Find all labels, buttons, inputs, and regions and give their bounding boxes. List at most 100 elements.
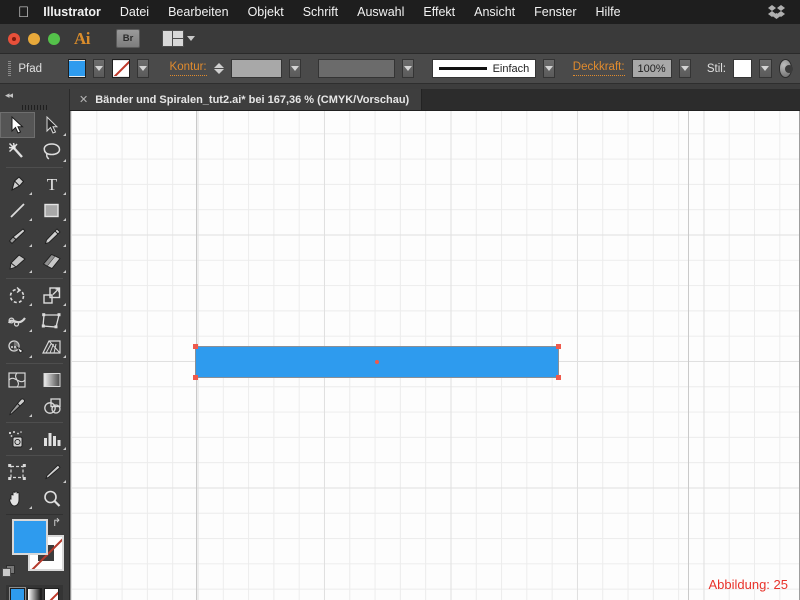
- close-icon[interactable]: ✕: [79, 93, 88, 106]
- tools-panel: ◂◂ T ↱: [0, 89, 70, 600]
- document-tab-strip: ✕ Bänder und Spiralen_tut2.ai* bei 167,3…: [70, 89, 800, 111]
- menu-item-fenster[interactable]: Fenster: [534, 5, 576, 19]
- width-tool[interactable]: [0, 308, 35, 334]
- type-tool[interactable]: T: [35, 171, 70, 197]
- document-tab-title: Bänder und Spiralen_tut2.ai* bei 167,36 …: [95, 93, 410, 106]
- apple-logo-icon[interactable]: : [18, 5, 29, 20]
- stroke-weight-dropdown[interactable]: [288, 59, 301, 78]
- stroke-weight-stepper[interactable]: [213, 63, 224, 74]
- anchor-point-top-left[interactable]: [193, 344, 198, 349]
- shape-builder-tool[interactable]: [0, 334, 35, 360]
- hand-tool[interactable]: [0, 485, 35, 511]
- stroke-swatch-dropdown[interactable]: [137, 59, 150, 78]
- direct-selection-tool[interactable]: [35, 112, 70, 138]
- gradient-tool[interactable]: [35, 367, 70, 393]
- perspective-grid-tool[interactable]: [35, 334, 70, 360]
- tools-grid-artboard: [0, 459, 69, 511]
- control-panel-grip[interactable]: [8, 60, 12, 77]
- stroke-weight-label[interactable]: Kontur:: [169, 61, 207, 76]
- document-tab[interactable]: ✕ Bänder und Spiralen_tut2.ai* bei 167,3…: [70, 89, 423, 110]
- blob-brush-tool[interactable]: [0, 249, 35, 275]
- tools-grid-draw: T: [0, 171, 69, 275]
- anchor-point-bottom-left[interactable]: [193, 375, 198, 380]
- eyedropper-tool[interactable]: [0, 393, 35, 419]
- none-mode-button[interactable]: [44, 588, 59, 600]
- menu-item-datei[interactable]: Datei: [120, 5, 149, 19]
- selected-rectangle[interactable]: [193, 344, 561, 380]
- zoom-tool[interactable]: [35, 485, 70, 511]
- chevron-down-icon: [187, 36, 195, 41]
- free-transform-tool[interactable]: [35, 308, 70, 334]
- fill-color-indicator[interactable]: [12, 519, 48, 555]
- document-setup-icon[interactable]: [778, 59, 794, 78]
- selected-object-type: Pfad: [18, 62, 43, 75]
- tools-divider: [6, 167, 63, 168]
- menu-item-schrift[interactable]: Schrift: [303, 5, 338, 19]
- pen-tool[interactable]: [0, 171, 35, 197]
- artboard-tool[interactable]: [0, 459, 35, 485]
- tools-panel-header: ◂◂: [0, 89, 69, 102]
- fill-color-swatch[interactable]: [68, 59, 87, 78]
- menu-item-illustrator[interactable]: Illustrator: [43, 5, 101, 19]
- stroke-weight-input[interactable]: [230, 59, 282, 78]
- eraser-tool[interactable]: [35, 249, 70, 275]
- default-fill-stroke-icon[interactable]: [2, 565, 17, 579]
- lasso-tool[interactable]: [35, 138, 70, 164]
- color-mode-buttons: [6, 585, 63, 600]
- scale-tool[interactable]: [35, 282, 70, 308]
- mesh-tool[interactable]: [0, 367, 35, 393]
- swap-fill-stroke-icon[interactable]: ↱: [52, 518, 65, 530]
- symbol-sprayer-tool[interactable]: [0, 426, 35, 452]
- stroke-profile-input[interactable]: [318, 59, 396, 78]
- brush-definition-dropdown[interactable]: [543, 59, 556, 78]
- minimize-window-button[interactable]: [28, 32, 40, 45]
- window-controls: [8, 32, 60, 45]
- slice-tool[interactable]: [35, 459, 70, 485]
- tools-panel-grip[interactable]: [0, 102, 69, 112]
- rotate-tool[interactable]: [0, 282, 35, 308]
- menu-item-hilfe[interactable]: Hilfe: [596, 5, 621, 19]
- stroke-profile-dropdown[interactable]: [402, 59, 415, 78]
- document-canvas[interactable]: Abbildung: 25: [70, 111, 800, 600]
- fill-stroke-controls: ↱: [0, 518, 69, 581]
- column-graph-tool[interactable]: [35, 426, 70, 452]
- go-to-bridge-button[interactable]: Br: [116, 29, 140, 48]
- gradient-mode-button[interactable]: [27, 588, 42, 600]
- close-window-button[interactable]: [8, 32, 20, 45]
- rectangle-tool[interactable]: [35, 197, 70, 223]
- tools-grid-color: [0, 367, 69, 419]
- menu-item-ansicht[interactable]: Ansicht: [474, 5, 515, 19]
- anchor-point-top-right[interactable]: [556, 344, 561, 349]
- blend-tool[interactable]: [35, 393, 70, 419]
- opacity-label[interactable]: Deckkraft:: [572, 61, 625, 76]
- pencil-tool[interactable]: [35, 223, 70, 249]
- brush-definition-select[interactable]: Einfach: [431, 59, 537, 78]
- graphic-style-dropdown[interactable]: [759, 59, 772, 78]
- collapse-panel-icon[interactable]: ◂◂: [5, 90, 13, 101]
- selection-tool[interactable]: [0, 112, 35, 138]
- menu-item-bearbeiten[interactable]: Bearbeiten: [168, 5, 228, 19]
- tools-divider: [6, 363, 63, 364]
- menu-item-objekt[interactable]: Objekt: [248, 5, 284, 19]
- stroke-color-swatch[interactable]: [112, 59, 131, 78]
- paintbrush-tool[interactable]: [0, 223, 35, 249]
- zoom-window-button[interactable]: [48, 32, 60, 45]
- menu-item-auswahl[interactable]: Auswahl: [357, 5, 404, 19]
- opacity-input[interactable]: 100%: [631, 59, 672, 78]
- fill-swatch-dropdown[interactable]: [93, 59, 106, 78]
- dropbox-icon[interactable]: [768, 4, 786, 20]
- arrange-documents-button[interactable]: [162, 30, 195, 47]
- opacity-dropdown[interactable]: [678, 59, 691, 78]
- line-segment-tool[interactable]: [0, 197, 35, 223]
- tools-divider: [6, 514, 63, 515]
- menu-item-effekt[interactable]: Effekt: [423, 5, 455, 19]
- tools-grid-symbol: [0, 426, 69, 452]
- graphic-style-swatch[interactable]: [733, 59, 753, 78]
- tools-grid-transform: [0, 282, 69, 360]
- application-title-bar: Ai Br: [0, 24, 800, 54]
- anchor-point-bottom-right[interactable]: [556, 375, 561, 380]
- color-mode-button[interactable]: [10, 588, 25, 600]
- illustrator-window:  Illustrator Datei Bearbeiten Objekt Sc…: [0, 0, 800, 600]
- tools-divider: [6, 278, 63, 279]
- magic-wand-tool[interactable]: [0, 138, 35, 164]
